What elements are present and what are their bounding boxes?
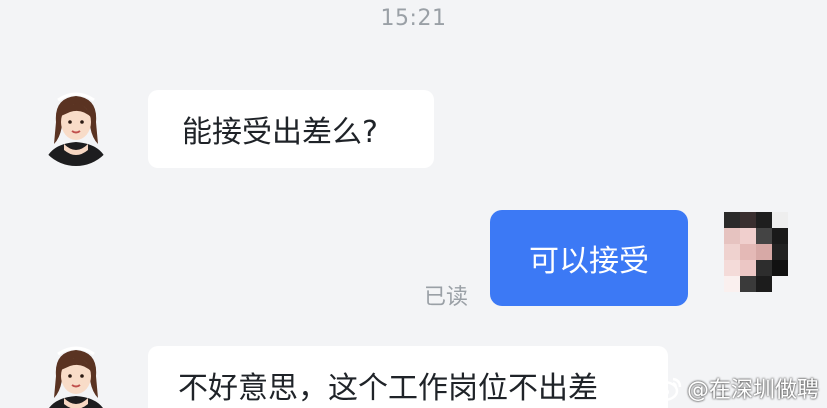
outgoing-message-bubble[interactable]: 可以接受 [490,210,688,306]
incoming-message-bubble[interactable]: 能接受出差么? [148,90,434,168]
recruiter-avatar[interactable] [36,340,116,408]
woman-avatar-icon [36,86,116,166]
chat-screen: 15:21 能接受出差么? 已读 可以接受 不好意思，这个工作岗位不出差 @在深… [0,0,827,408]
read-receipt: 已读 [424,285,469,310]
message-timestamp: 15:21 [380,6,447,31]
watermark-text: @在深圳做聘 [686,378,819,403]
woman-avatar-icon [36,340,116,408]
incoming-message-bubble[interactable]: 不好意思，这个工作岗位不出差 [148,346,668,408]
my-avatar[interactable] [716,206,800,296]
weibo-watermark: @在深圳做聘 [649,372,819,404]
pixelated-photo-avatar-icon [716,206,800,296]
weibo-logo-icon [649,375,683,401]
recruiter-avatar[interactable] [36,86,116,166]
